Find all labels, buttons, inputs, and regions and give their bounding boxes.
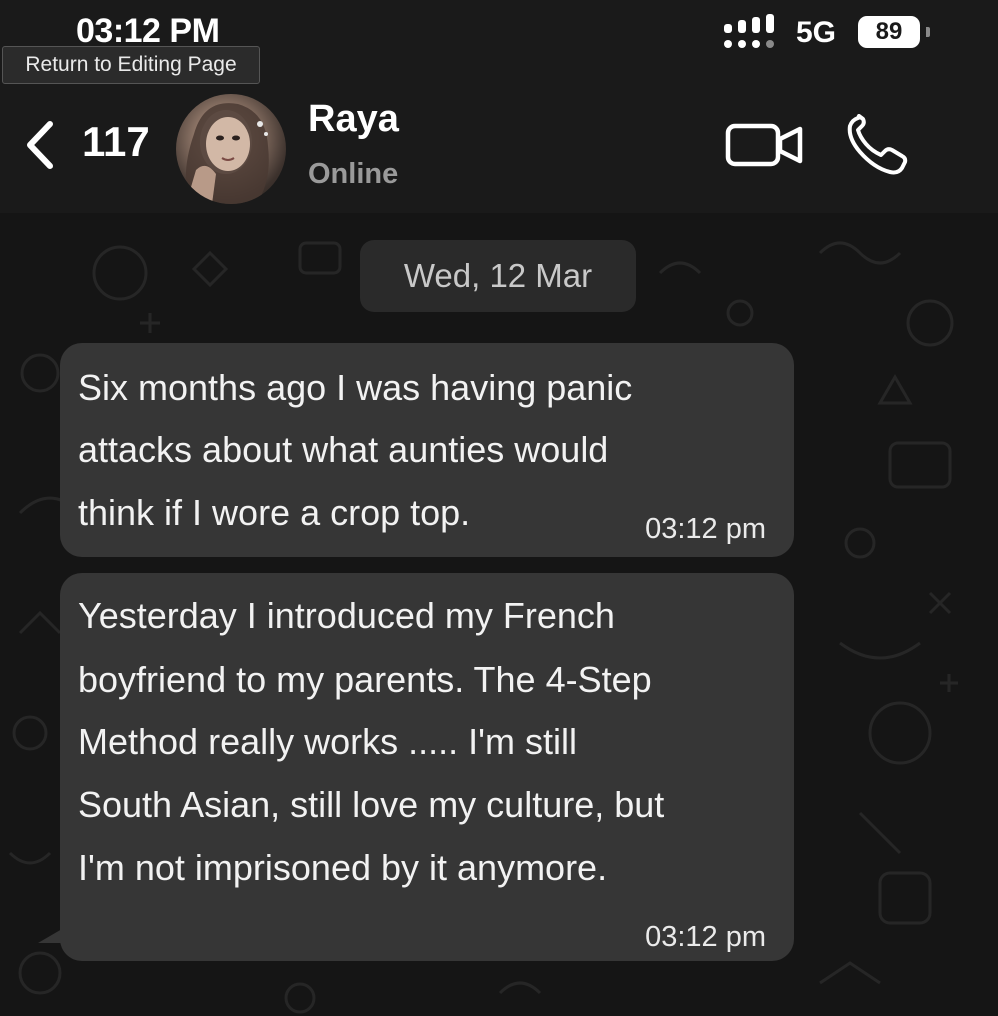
- message-text-line: Six months ago I was having panic: [78, 367, 633, 408]
- avatar[interactable]: [176, 94, 286, 204]
- message-text-line: think if I wore a crop top.: [78, 492, 471, 533]
- bubble-tail: [38, 929, 62, 943]
- return-to-editing-tooltip[interactable]: Return to Editing Page: [2, 46, 260, 84]
- avatar-photo: [185, 103, 269, 204]
- message-text-line: attacks about what aunties would: [78, 429, 609, 470]
- contact-name[interactable]: Raya: [308, 98, 399, 141]
- message-timestamp: 03:12 pm: [645, 513, 766, 545]
- message-bubble[interactable]: Six months ago I was having panic attack…: [60, 343, 794, 557]
- message-bubble[interactable]: Yesterday I introduced my French boyfrie…: [60, 573, 794, 961]
- signal-icon: [724, 14, 774, 48]
- message-text-line: Yesterday I introduced my French: [78, 595, 615, 636]
- unread-count[interactable]: 117: [82, 118, 150, 166]
- back-chevron-icon[interactable]: [18, 118, 62, 172]
- video-call-icon[interactable]: [724, 120, 804, 170]
- message-timestamp: 03:12 pm: [645, 921, 766, 953]
- presence-status: Online: [308, 158, 399, 190]
- message-text-line: Method really works ..... I'm still: [78, 721, 577, 762]
- battery-level: 89: [858, 16, 920, 48]
- message-text-line: I'm not imprisoned by it anymore.: [78, 847, 608, 888]
- chat-area[interactable]: Wed, 12 Mar Six months ago I was having …: [0, 213, 998, 1016]
- message-text-line: boyfriend to my parents. The 4-Step: [78, 659, 652, 700]
- message-text-line: South Asian, still love my culture, but: [78, 784, 665, 825]
- date-chip: Wed, 12 Mar: [360, 240, 636, 312]
- chat-header: 117 Raya Online: [0, 70, 998, 213]
- phone-icon[interactable]: [842, 114, 912, 176]
- network-type: 5G: [796, 16, 837, 49]
- battery-tip: [926, 27, 930, 37]
